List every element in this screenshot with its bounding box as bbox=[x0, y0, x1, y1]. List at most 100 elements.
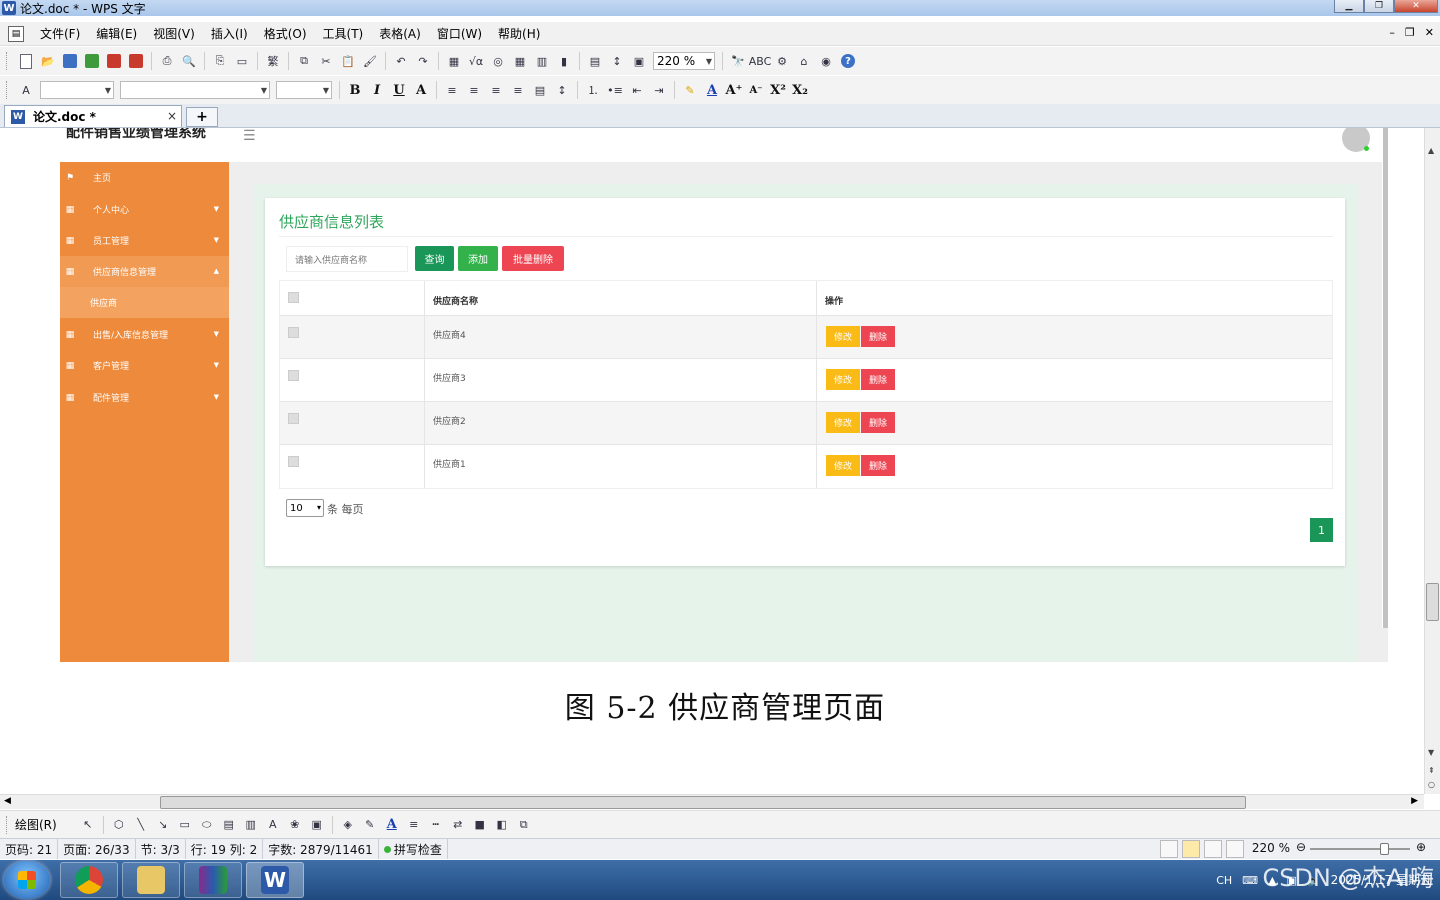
web-icon[interactable]: ◎ bbox=[489, 52, 507, 70]
menu-format[interactable]: 格式(O) bbox=[256, 25, 315, 42]
page-view-icon[interactable]: ▣ bbox=[630, 52, 648, 70]
keyboard-icon[interactable]: ⌨ bbox=[1242, 874, 1258, 887]
maximize-button[interactable]: ❐ bbox=[1364, 0, 1394, 13]
picture-icon[interactable]: ▣ bbox=[308, 816, 326, 834]
shrink-font-icon[interactable]: A⁻ bbox=[747, 81, 765, 99]
vertical-scroll-thumb[interactable] bbox=[1426, 583, 1439, 621]
document-canvas[interactable]: 配件销售业绩管理系统 ☰ ⚑ 主页 ▦ 个人中心 ▼ ▦ 员工管理 ▼ ▦ 供应商信息管理 ▲… bbox=[0, 128, 1424, 794]
font-effects-icon[interactable]: A bbox=[412, 81, 430, 99]
justify-icon[interactable]: ≡ bbox=[509, 81, 527, 99]
status-word-count[interactable]: 字数: 2879/11461 bbox=[263, 839, 379, 859]
layout-icon[interactable]: ▭ bbox=[233, 52, 251, 70]
drawing-menu[interactable]: 绘图(R) bbox=[15, 816, 57, 833]
zoom-out-icon[interactable]: ⊖ bbox=[1296, 840, 1306, 854]
save-icon[interactable] bbox=[61, 52, 79, 70]
find-replace-icon[interactable]: 🔭 bbox=[729, 52, 747, 70]
scroll-right-icon[interactable]: ▶ bbox=[1411, 796, 1418, 806]
page-view-button[interactable] bbox=[1182, 840, 1200, 858]
vertical-scrollbar[interactable]: ▲ ▼ ⇞ ○ bbox=[1424, 128, 1440, 794]
cut-icon[interactable]: ✂ bbox=[317, 52, 335, 70]
scroll-down-icon[interactable]: ▼ bbox=[1428, 748, 1434, 757]
close-button[interactable]: ✕ bbox=[1394, 0, 1438, 13]
horizontal-scroll-thumb[interactable] bbox=[160, 796, 1246, 809]
menu-view[interactable]: 视图(V) bbox=[145, 25, 203, 42]
increase-indent-icon[interactable]: ⇥ bbox=[650, 81, 668, 99]
underline-button[interactable]: U bbox=[390, 81, 408, 99]
autoshapes-icon[interactable]: ⬡ bbox=[110, 816, 128, 834]
superscript-icon[interactable]: X² bbox=[769, 81, 787, 99]
start-button[interactable] bbox=[4, 861, 50, 899]
bold-button[interactable]: B bbox=[346, 81, 364, 99]
zoom-slider-knob[interactable] bbox=[1380, 843, 1389, 855]
status-zoom[interactable]: 220 % bbox=[1252, 841, 1290, 855]
align-center-icon[interactable]: ≡ bbox=[465, 81, 483, 99]
taskbar-explorer[interactable] bbox=[122, 862, 180, 898]
distributed-icon[interactable]: ▤ bbox=[531, 81, 549, 99]
document-menu-icon[interactable]: ▤ bbox=[8, 25, 24, 42]
prev-page-icon[interactable]: ⇞ bbox=[1428, 766, 1435, 775]
spell-check-status[interactable]: 拼写检查 bbox=[379, 839, 448, 859]
numbered-list-icon[interactable]: ⒈ bbox=[584, 81, 602, 99]
arrow-style-icon[interactable]: ⇄ bbox=[449, 816, 467, 834]
bullet-list-icon[interactable]: •≡ bbox=[606, 81, 624, 99]
print-preview-icon[interactable]: 🔍 bbox=[180, 52, 198, 70]
fill-color-icon[interactable]: ◈ bbox=[339, 816, 357, 834]
paste-icon[interactable]: 📋 bbox=[339, 52, 357, 70]
dash-style-icon[interactable]: ┅ bbox=[427, 816, 445, 834]
toolbar-grip[interactable] bbox=[6, 815, 9, 834]
tab-close-icon[interactable]: × bbox=[167, 109, 177, 123]
ime-indicator[interactable]: CH bbox=[1216, 874, 1232, 887]
columns-icon[interactable]: ▥ bbox=[533, 52, 551, 70]
table-grid-icon[interactable]: ▦ bbox=[511, 52, 529, 70]
align-left-icon[interactable]: ≡ bbox=[443, 81, 461, 99]
font-color-icon[interactable]: A bbox=[703, 81, 721, 99]
line-style-icon[interactable]: ≡ bbox=[405, 816, 423, 834]
select-objects-icon[interactable]: ↖ bbox=[79, 816, 97, 834]
3d-icon[interactable]: ◧ bbox=[493, 816, 511, 834]
scroll-left-icon[interactable]: ◀ bbox=[4, 796, 11, 806]
undo-icon[interactable]: ↶ bbox=[392, 52, 410, 70]
styles-icon[interactable]: A bbox=[17, 81, 35, 99]
open-folder-icon[interactable]: 📂 bbox=[39, 52, 57, 70]
zoom-combo[interactable]: 220 % ▼ bbox=[653, 52, 715, 70]
vertical-textbox-icon[interactable]: ▥ bbox=[242, 816, 260, 834]
permissions-icon[interactable]: ⎘ bbox=[211, 52, 229, 70]
insert-table-icon[interactable]: ▦ bbox=[445, 52, 463, 70]
drawing-font-color-icon[interactable]: A bbox=[383, 816, 401, 834]
pdf-icon[interactable] bbox=[127, 52, 145, 70]
arrow-icon[interactable]: ↘ bbox=[154, 816, 172, 834]
menu-table[interactable]: 表格(A) bbox=[371, 25, 429, 42]
menu-insert[interactable]: 插入(I) bbox=[203, 25, 256, 42]
spell-check-icon[interactable]: ABC bbox=[749, 52, 772, 70]
style-combo[interactable]: ▼ bbox=[40, 81, 114, 99]
subscript-icon[interactable]: X₂ bbox=[791, 81, 809, 99]
font-combo[interactable]: ▼ bbox=[120, 81, 270, 99]
doc-close-icon[interactable]: ✕ bbox=[1425, 26, 1434, 39]
format-painter-icon[interactable]: 🖌 bbox=[361, 52, 379, 70]
show-marks-icon[interactable]: ↕ bbox=[608, 52, 626, 70]
send-mail-icon[interactable] bbox=[83, 52, 101, 70]
simplified-traditional-icon[interactable]: 繁 bbox=[264, 52, 282, 70]
decrease-indent-icon[interactable]: ⇤ bbox=[628, 81, 646, 99]
share-icon[interactable]: ⚙ bbox=[773, 52, 791, 70]
web-view-icon[interactable] bbox=[1226, 840, 1244, 858]
full-screen-view-icon[interactable] bbox=[1160, 840, 1178, 858]
grow-font-icon[interactable]: A⁺ bbox=[725, 81, 743, 99]
minimize-button[interactable]: ▁ bbox=[1334, 0, 1364, 13]
arrange-icon[interactable]: ⧉ bbox=[515, 816, 533, 834]
print-icon[interactable]: ⎙ bbox=[158, 52, 176, 70]
zoom-in-icon[interactable]: ⊕ bbox=[1416, 840, 1426, 854]
tab-lunwen-doc[interactable]: W 论文.doc * × bbox=[4, 105, 182, 127]
export-pdf-icon[interactable] bbox=[105, 52, 123, 70]
outline-view-icon[interactable] bbox=[1204, 840, 1222, 858]
align-right-icon[interactable]: ≡ bbox=[487, 81, 505, 99]
templates-icon[interactable]: ⌂ bbox=[795, 52, 813, 70]
online-icon[interactable]: ◉ bbox=[817, 52, 835, 70]
doc-minimize-icon[interactable]: – bbox=[1389, 26, 1395, 39]
highlight-icon[interactable]: ✎ bbox=[681, 81, 699, 99]
chart-icon[interactable]: ▮ bbox=[555, 52, 573, 70]
document-map-icon[interactable]: ▤ bbox=[586, 52, 604, 70]
copy-icon[interactable]: ⧉ bbox=[295, 52, 313, 70]
italic-button[interactable]: I bbox=[368, 81, 386, 99]
menu-window[interactable]: 窗口(W) bbox=[429, 25, 490, 42]
